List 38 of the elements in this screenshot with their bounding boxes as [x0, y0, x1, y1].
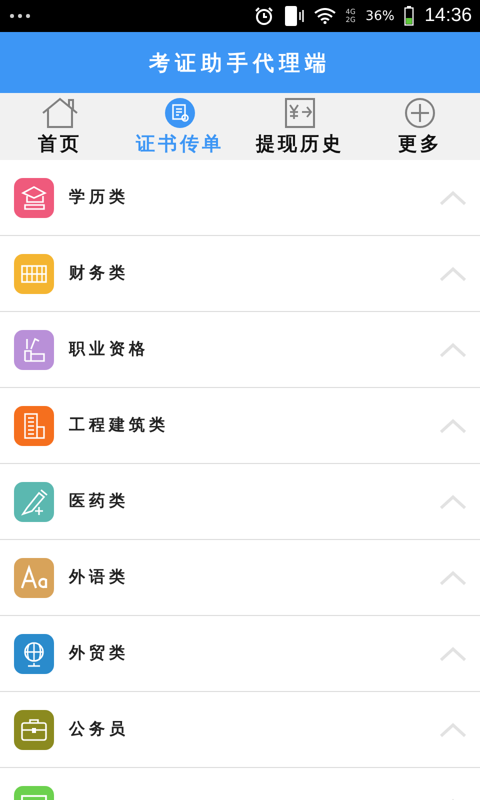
category-row[interactable]: 财务类: [0, 236, 480, 312]
chevron-up-icon: [439, 190, 467, 204]
home-icon: [40, 96, 80, 128]
category-row[interactable]: 外贸类: [0, 616, 480, 692]
chevron-up-icon: [439, 570, 467, 584]
category-label: 学历类: [69, 187, 130, 208]
app-title: 考证助手代理端: [149, 50, 331, 76]
notification-dot: [10, 14, 14, 18]
battery-percent: 36%: [366, 8, 394, 24]
chevron-up-icon: [439, 646, 467, 660]
category-label: 医药类: [69, 491, 130, 512]
category-label: 公务员: [69, 719, 130, 740]
notification-dot: [26, 14, 30, 18]
wifi-icon: [314, 8, 336, 24]
nav-tab[interactable]: 提现历史: [240, 93, 360, 160]
notification-dot: [18, 14, 22, 18]
category-row[interactable]: 公务员: [0, 692, 480, 768]
category-label: 外语类: [69, 567, 130, 588]
category-row[interactable]: 职业资格: [0, 312, 480, 388]
category-label: 财务类: [69, 263, 130, 284]
chevron-up-icon: [439, 266, 467, 280]
category-label: 外贸类: [69, 643, 130, 664]
phone-icon: [284, 5, 304, 27]
category-row[interactable]: 学历类: [0, 160, 480, 236]
clock: 14:36: [424, 5, 472, 27]
alarm-icon: [254, 6, 274, 26]
nav-tab[interactable]: 更多: [360, 93, 480, 160]
category-label: 工程建筑类: [69, 415, 170, 436]
chevron-up-icon: [439, 342, 467, 356]
category-row[interactable]: 工程建筑类: [0, 388, 480, 464]
chevron-up-icon: [439, 494, 467, 508]
battery-icon: [404, 6, 414, 26]
category-row[interactable]: 医药类: [0, 464, 480, 540]
chevron-up-icon: [439, 722, 467, 736]
nav-tab[interactable]: 首页: [0, 93, 120, 160]
category-row[interactable]: 外语类: [0, 540, 480, 616]
category-label: 职业资格: [69, 339, 150, 360]
chevron-up-icon: [439, 418, 467, 432]
